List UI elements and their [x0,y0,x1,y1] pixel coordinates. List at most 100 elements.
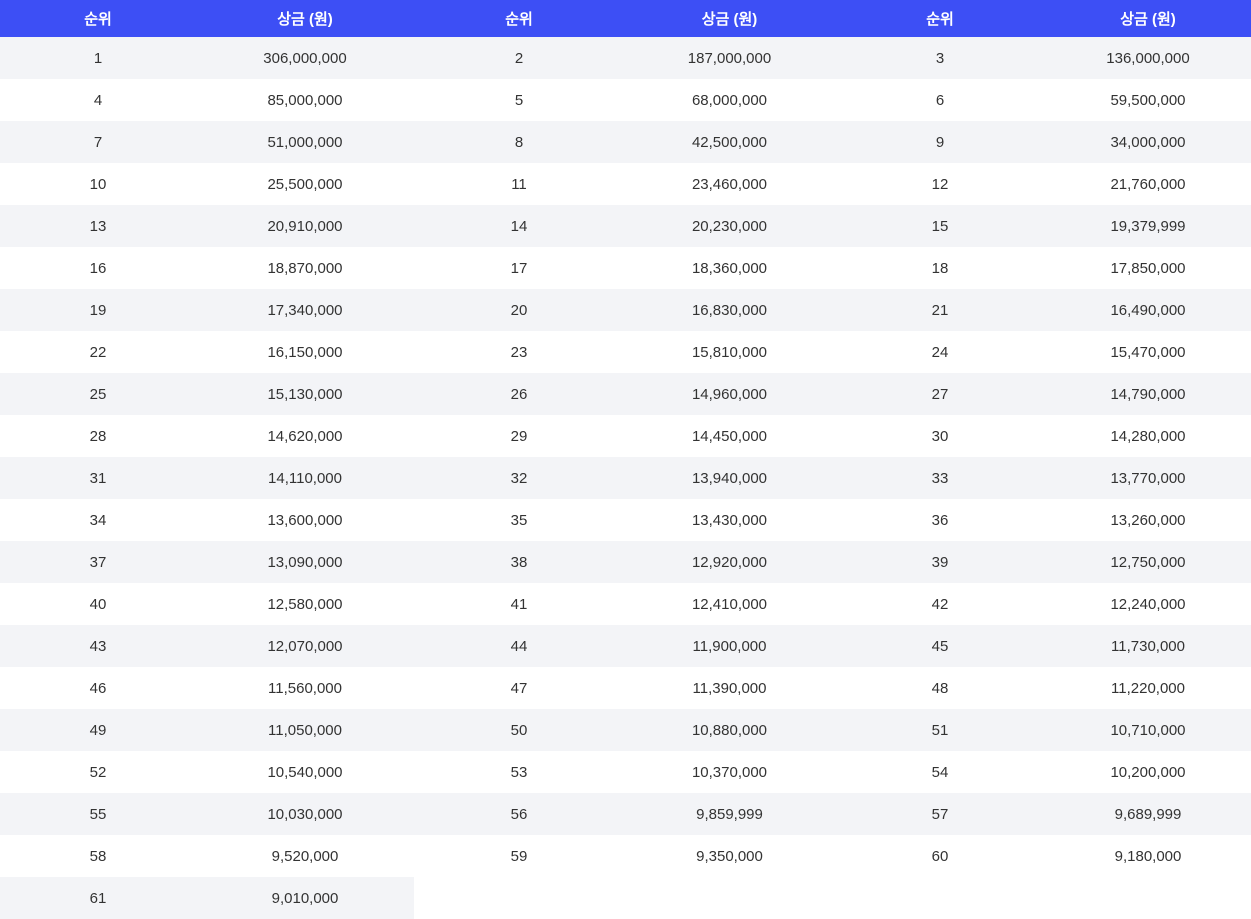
header-rank-1: 순위 [84,11,112,28]
rank-cell: 55 [0,793,196,835]
prize-cell: 16,150,000 [196,331,414,373]
rank-cell: 16 [0,247,196,289]
header-rank-3: 순위 [926,11,954,28]
table-row: 16 18,870,000 17 18,360,000 18 17,850,000 [0,247,1251,289]
rank-cell: 11 [414,163,624,205]
rank-cell: 32 [414,457,624,499]
rank-cell: 1 [0,37,196,79]
header-prize-2: 상금 (원) [701,11,758,28]
rank-cell: 34 [0,499,196,541]
table-row: 19 17,340,000 20 16,830,000 21 16,490,000 [0,289,1251,331]
rank-cell: 54 [835,751,1045,793]
rank-cell: 5 [414,79,624,121]
table-row: 40 12,580,000 41 12,410,000 42 12,240,000 [0,583,1251,625]
prize-cell: 9,350,000 [624,835,835,877]
rank-cell: 56 [414,793,624,835]
table-row: 31 14,110,000 32 13,940,000 33 13,770,000 [0,457,1251,499]
prize-cell: 136,000,000 [1045,37,1251,79]
rank-cell: 14 [414,205,624,247]
prize-cell: 13,770,000 [1045,457,1251,499]
rank-cell: 43 [0,625,196,667]
prize-cell: 12,410,000 [624,583,835,625]
rank-cell: 20 [414,289,624,331]
header-rank-2: 순위 [505,11,533,28]
rank-cell: 36 [835,499,1045,541]
prize-cell: 9,520,000 [196,835,414,877]
rank-cell: 39 [835,541,1045,583]
prize-cell: 21,760,000 [1045,163,1251,205]
prize-cell: 12,070,000 [196,625,414,667]
prize-cell: 25,500,000 [196,163,414,205]
rank-cell: 49 [0,709,196,751]
rank-cell: 57 [835,793,1045,835]
rank-cell: 37 [0,541,196,583]
rank-cell: 15 [835,205,1045,247]
rank-cell: 28 [0,415,196,457]
table-row: 52 10,540,000 53 10,370,000 54 10,200,000 [0,751,1251,793]
prize-cell: 59,500,000 [1045,79,1251,121]
empty-cell [414,877,624,919]
table-row: 55 10,030,000 56 9,859,999 57 9,689,999 [0,793,1251,835]
table-row: 34 13,600,000 35 13,430,000 36 13,260,000 [0,499,1251,541]
rank-cell: 21 [835,289,1045,331]
prize-cell: 20,230,000 [624,205,835,247]
rank-cell: 25 [0,373,196,415]
prize-cell: 14,450,000 [624,415,835,457]
table-row: 49 11,050,000 50 10,880,000 51 10,710,000 [0,709,1251,751]
rank-cell: 51 [835,709,1045,751]
rank-cell: 61 [0,877,196,919]
prize-cell: 16,830,000 [624,289,835,331]
rank-cell: 13 [0,205,196,247]
prize-cell: 85,000,000 [196,79,414,121]
prize-cell: 10,370,000 [624,751,835,793]
table-row: 58 9,520,000 59 9,350,000 60 9,180,000 [0,835,1251,877]
rank-cell: 52 [0,751,196,793]
prize-cell: 10,030,000 [196,793,414,835]
rank-cell: 35 [414,499,624,541]
rank-cell: 8 [414,121,624,163]
prize-cell: 68,000,000 [624,79,835,121]
rank-cell: 12 [835,163,1045,205]
prize-cell: 13,430,000 [624,499,835,541]
rank-cell: 18 [835,247,1045,289]
prize-cell: 12,920,000 [624,541,835,583]
rank-cell: 46 [0,667,196,709]
prize-cell: 12,240,000 [1045,583,1251,625]
rank-cell: 22 [0,331,196,373]
empty-cell [835,877,1045,919]
prize-cell: 9,689,999 [1045,793,1251,835]
rank-cell: 24 [835,331,1045,373]
prize-cell: 306,000,000 [196,37,414,79]
prize-cell: 14,620,000 [196,415,414,457]
table-row: 46 11,560,000 47 11,390,000 48 11,220,000 [0,667,1251,709]
table-row: 1 306,000,000 2 187,000,000 3 136,000,000 [0,37,1251,79]
table-row: 43 12,070,000 44 11,900,000 45 11,730,000 [0,625,1251,667]
prize-table: 순위 상금 (원) 순위 상금 (원) 순위 상금 (원) 1 306,000,0… [0,0,1251,919]
prize-cell: 15,130,000 [196,373,414,415]
prize-cell: 11,900,000 [624,625,835,667]
prize-cell: 9,180,000 [1045,835,1251,877]
table-header: 순위 상금 (원) 순위 상금 (원) 순위 상금 (원) [0,0,1251,37]
rank-cell: 4 [0,79,196,121]
prize-cell: 9,010,000 [196,877,414,919]
rank-cell: 3 [835,37,1045,79]
prize-cell: 11,730,000 [1045,625,1251,667]
prize-cell: 17,850,000 [1045,247,1251,289]
rank-cell: 33 [835,457,1045,499]
prize-cell: 12,580,000 [196,583,414,625]
rank-cell: 31 [0,457,196,499]
table-row: 10 25,500,000 11 23,460,000 12 21,760,000 [0,163,1251,205]
rank-cell: 19 [0,289,196,331]
table-row: 4 85,000,000 5 68,000,000 6 59,500,000 [0,79,1251,121]
prize-cell: 18,360,000 [624,247,835,289]
prize-cell: 15,470,000 [1045,331,1251,373]
rank-cell: 48 [835,667,1045,709]
prize-cell: 14,960,000 [624,373,835,415]
prize-cell: 11,050,000 [196,709,414,751]
prize-cell: 187,000,000 [624,37,835,79]
header-prize-3: 상금 (원) [1120,11,1176,28]
rank-cell: 44 [414,625,624,667]
prize-cell: 11,560,000 [196,667,414,709]
empty-cell [1045,877,1251,919]
rank-cell: 50 [414,709,624,751]
